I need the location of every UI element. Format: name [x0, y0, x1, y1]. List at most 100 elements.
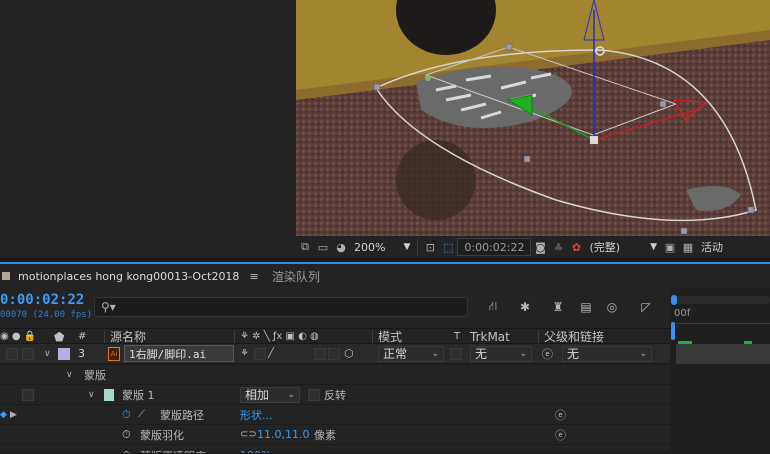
property-track-area[interactable]	[672, 364, 770, 454]
prop-label-mask-path: 蒙版路径	[160, 408, 204, 422]
mask-solo-switch[interactable]	[22, 385, 34, 404]
mask-name[interactable]: 蒙版 1	[122, 385, 155, 404]
motion-blur-icon[interactable]: ◎	[602, 298, 622, 316]
collapse-switch[interactable]	[254, 344, 266, 363]
column-parent[interactable]: 父级和链接	[544, 329, 604, 344]
adjustment-switch[interactable]	[328, 344, 340, 363]
mask-feather-row[interactable]: ⏱ 蒙版羽化 ⊂⊃ 11.0,11.0 像素 ⓔ	[0, 425, 670, 445]
chevron-down-icon: ▼	[403, 242, 411, 252]
mask-mode-dropdown[interactable]: 相加 ⌄	[240, 385, 300, 404]
constrain-link-icon[interactable]: ⊂⊃	[240, 425, 257, 444]
mask-color-swatch[interactable]	[104, 385, 114, 404]
expand-chevron-icon[interactable]: ▶	[10, 405, 17, 424]
keyframe-navigator-icon[interactable]: ◆	[0, 405, 7, 424]
chevron-down-icon: ⌄	[639, 348, 647, 359]
layer-name[interactable]: 1右脚/脚印.ai	[124, 345, 234, 362]
mode-dropdown[interactable]: 正常 ⌄	[378, 344, 444, 363]
show-snapshot-icon[interactable]: ♣	[549, 238, 567, 256]
stopwatch-icon[interactable]: ⏱	[122, 405, 131, 424]
fast-preview-icon[interactable]: ▣	[661, 238, 679, 256]
zoom-dropdown[interactable]: 200% ▼	[350, 238, 414, 256]
motion-blur-switch[interactable]	[314, 344, 326, 363]
invert-label: 反转	[324, 388, 346, 402]
graph-editor-icon[interactable]: ◸	[636, 298, 656, 316]
frame-info: 00070 (24.00 fps)	[0, 310, 93, 320]
column-t: T	[454, 331, 461, 342]
column-trkmat[interactable]: TrkMat	[470, 329, 510, 344]
shy-layers-icon[interactable]: ♜	[548, 298, 568, 316]
expand-chevron-icon[interactable]: ∨	[44, 344, 51, 363]
camera-snapshot-icon[interactable]: ◙	[531, 238, 549, 256]
mask-path-row[interactable]: ◆ ▶ ⏱ ⟋ 蒙版路径 形状... ⓔ	[0, 405, 670, 425]
pick-whip-icon[interactable]: ⓔ	[555, 425, 566, 444]
stopwatch-icon[interactable]: ⏱	[122, 446, 131, 454]
region-of-interest-icon[interactable]: ⬚	[439, 238, 457, 256]
layer-search-input[interactable]: ⚲▾	[94, 297, 468, 317]
viewer-timecode[interactable]: 0:00:02:22	[457, 238, 532, 256]
3d-layer-icon[interactable]: ⬡	[344, 344, 354, 363]
invert-checkbox[interactable]	[308, 385, 320, 404]
frame-blending-icon[interactable]: ▤	[576, 298, 596, 316]
mask-row[interactable]: ∨ 蒙版 1 相加 ⌄ 反转	[0, 385, 670, 405]
project-panel	[0, 0, 296, 262]
prop-value-mask-feather[interactable]: 11.0,11.0	[257, 425, 309, 444]
prop-value-mask-opacity[interactable]: 100%	[240, 446, 271, 453]
preserve-transparency-switch[interactable]	[450, 344, 462, 363]
resolution-value: (完整)	[589, 241, 621, 254]
tab-composition[interactable]: motionplaces hong kong00013-Oct2018 ≡	[0, 264, 259, 288]
column-separator	[372, 330, 373, 343]
comp-color-swatch	[2, 272, 10, 280]
pick-whip-icon[interactable]: ⓔ	[555, 405, 566, 424]
trkmat-value: 无	[475, 347, 488, 361]
stopwatch-icon[interactable]: ⏱	[122, 425, 131, 444]
graph-icon[interactable]: ⟋	[138, 405, 145, 424]
layer-row[interactable]: ∨ 3 Ai 1右脚/脚印.ai ⚘ ╱ ⬡ 正常 ⌄ 无 ⌄ ⓔ 无 ⌄	[0, 344, 670, 364]
time-navigator-start-handle[interactable]	[671, 295, 677, 305]
column-separator	[234, 330, 235, 343]
search-icon: ⚲▾	[101, 300, 116, 314]
ruler-start-label: 00f	[674, 308, 691, 319]
solo-switch[interactable]	[22, 344, 34, 363]
playhead[interactable]	[671, 322, 675, 340]
color-channels-icon[interactable]: ✿	[567, 238, 585, 256]
parent-value: 无	[567, 347, 580, 361]
time-ruler[interactable]: 00f	[674, 306, 770, 324]
prop-unit-mask-feather: 像素	[314, 428, 336, 442]
snapshot-region-icon[interactable]: ⧉	[296, 238, 314, 256]
comp-flowchart-icon[interactable]: ⛙	[483, 298, 503, 316]
mask-opacity-row[interactable]: ⏱ 蒙版不透明度 100%	[0, 445, 670, 454]
fit-icon[interactable]: ⊡	[421, 238, 439, 256]
layer-number: 3	[78, 347, 85, 360]
viewer-toolbar: ⧉ ▭ ◕ 200% ▼ ⊡ ⬚ 0:00:02:22 ◙ ♣ ✿ (完整) ▼…	[296, 236, 770, 258]
column-source-name[interactable]: 源名称	[110, 329, 146, 344]
panel-menu-icon[interactable]: ≡	[249, 270, 258, 283]
label-tag-icon[interactable]: ⬟	[54, 329, 64, 344]
parent-dropdown[interactable]: 无 ⌄	[562, 344, 652, 363]
column-mode[interactable]: 模式	[378, 329, 402, 344]
layer-label-color[interactable]	[58, 344, 70, 363]
resolution-dropdown[interactable]: (完整) ▼	[585, 238, 661, 256]
shy-switch-icon[interactable]: ⚘	[240, 344, 249, 363]
prop-label-mask-feather: 蒙版羽化	[140, 428, 184, 442]
mask-visibility-icon[interactable]: ◕	[332, 238, 350, 256]
prop-value-mask-path[interactable]: 形状...	[240, 405, 273, 424]
current-time-display[interactable]: 0:00:02:22	[0, 292, 84, 308]
active-camera-dropdown[interactable]: 活动	[697, 238, 727, 256]
monitor-icon[interactable]: ▭	[314, 238, 332, 256]
quality-switch-icon[interactable]: ╱	[268, 344, 274, 363]
expand-chevron-icon[interactable]: ∨	[88, 385, 95, 404]
mode-value: 正常	[383, 347, 408, 361]
pick-whip-icon[interactable]: ⓔ	[542, 344, 553, 363]
transparency-grid-icon[interactable]: ▦	[679, 238, 697, 256]
chevron-down-icon: ⌄	[287, 389, 295, 400]
tab-render-queue[interactable]: 渲染队列	[272, 268, 320, 285]
masks-group-row[interactable]: ∨ 蒙版	[0, 365, 670, 385]
expand-chevron-icon[interactable]: ∨	[66, 365, 73, 384]
video-switch[interactable]	[6, 344, 18, 363]
time-navigator-bar[interactable]	[672, 296, 770, 304]
masks-group-label: 蒙版	[84, 368, 106, 382]
draft-3d-icon[interactable]: ✱	[515, 298, 535, 316]
composition-viewer[interactable]	[296, 0, 770, 236]
layer-duration-bar[interactable]	[676, 344, 770, 364]
trkmat-dropdown[interactable]: 无 ⌄	[470, 344, 532, 363]
